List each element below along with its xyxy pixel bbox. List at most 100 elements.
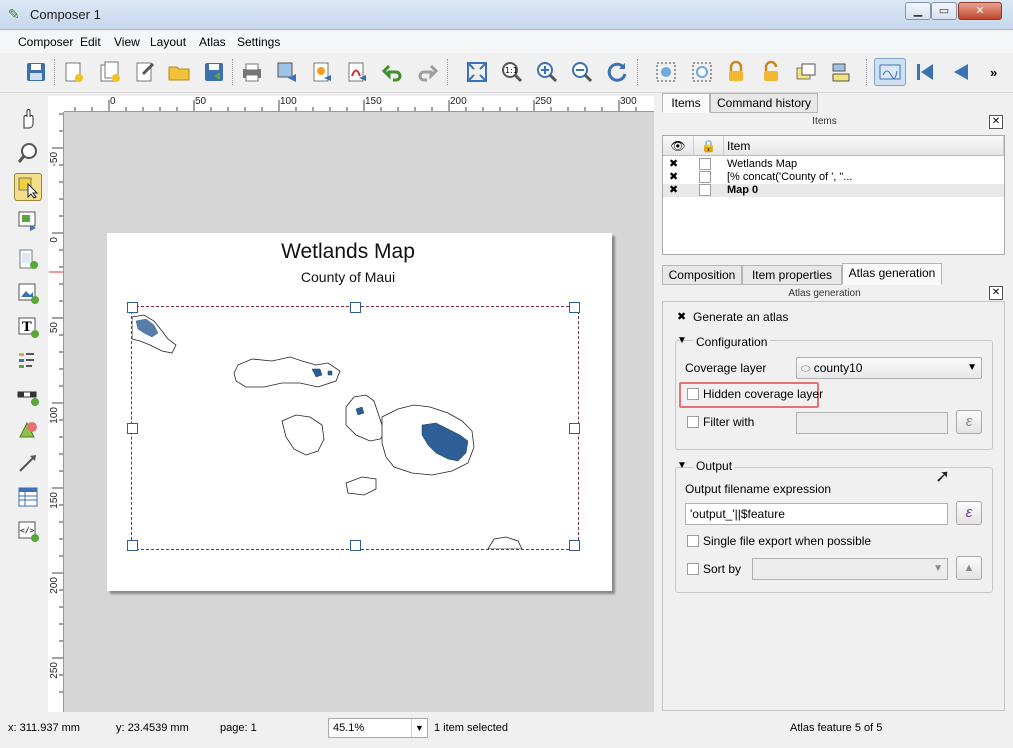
zoom-in-icon[interactable] <box>533 58 561 86</box>
resize-handle[interactable] <box>127 423 138 434</box>
add-map-icon[interactable] <box>14 245 42 273</box>
horizontal-ruler[interactable]: 0 50 100 150 200 250 300 <box>64 96 654 112</box>
map-item[interactable] <box>127 302 580 551</box>
generate-atlas-checkbox[interactable]: ✖ <box>677 310 686 323</box>
collapse-arrow-icon[interactable]: ▼ <box>677 460 687 471</box>
sort-by-checkbox[interactable] <box>687 563 699 575</box>
add-image-icon[interactable] <box>14 279 42 307</box>
save-template-icon[interactable] <box>200 58 228 86</box>
export-image-icon[interactable] <box>273 58 301 86</box>
close-window-button[interactable]: ✕ <box>958 2 1002 20</box>
expression-builder-button[interactable]: ε <box>956 501 982 525</box>
tab-atlas-generation[interactable]: Atlas generation <box>842 263 942 285</box>
tab-command-history[interactable]: Command history <box>710 93 818 113</box>
collapse-arrow-icon[interactable]: ▼ <box>677 335 687 346</box>
pan-hand-icon[interactable] <box>14 105 42 133</box>
new-composer-icon[interactable] <box>60 58 88 86</box>
zoom-out-icon[interactable] <box>568 58 596 86</box>
menu-composer[interactable]: Composer <box>18 35 73 49</box>
output-filename-input[interactable]: 'output_'||$feature <box>685 503 948 525</box>
zoom-combobox[interactable]: 45.1% ▼ <box>328 718 428 738</box>
visible-checkbox[interactable]: ✖ <box>669 184 678 197</box>
items-tree[interactable]: 👁 🔒 Item ✖ Wetlands Map ✖ [% concat('Cou… <box>662 135 1005 255</box>
lock-icon[interactable] <box>722 58 750 86</box>
refresh-icon[interactable] <box>603 58 631 86</box>
vertical-ruler[interactable]: -50 0 50 100 150 200 250 <box>48 112 64 712</box>
first-feature-icon[interactable] <box>911 58 939 86</box>
add-shape-icon[interactable] <box>14 415 42 443</box>
atlas-preview-icon[interactable] <box>874 58 906 86</box>
select-move-item-icon[interactable] <box>14 173 42 201</box>
add-arrow-icon[interactable] <box>14 449 42 477</box>
resize-handle[interactable] <box>350 540 361 551</box>
ungroup-icon[interactable] <box>688 58 716 86</box>
items-row[interactable]: ✖ [% concat('County of ', "... <box>663 171 1004 184</box>
resize-handle[interactable] <box>127 302 138 313</box>
zoom-full-icon[interactable] <box>463 58 491 86</box>
items-row-selected[interactable]: ✖ Map 0 <box>663 184 1004 197</box>
open-folder-icon[interactable] <box>165 58 193 86</box>
visible-checkbox[interactable]: ✖ <box>669 158 678 171</box>
resize-handle[interactable] <box>569 540 580 551</box>
expression-builder-button[interactable]: ε <box>956 410 982 434</box>
toolbar-overflow-chevron[interactable]: » <box>990 65 997 80</box>
add-scalebar-icon[interactable] <box>14 381 42 409</box>
lock-checkbox[interactable] <box>699 171 711 183</box>
lock-checkbox[interactable] <box>699 158 711 170</box>
resize-handle[interactable] <box>569 423 580 434</box>
resize-handle[interactable] <box>127 540 138 551</box>
tab-composition[interactable]: Composition <box>662 265 742 285</box>
ruler-label: 200 <box>450 96 467 107</box>
undo-icon[interactable] <box>379 58 407 86</box>
prev-feature-icon[interactable] <box>946 58 974 86</box>
visible-checkbox[interactable]: ✖ <box>669 171 678 184</box>
mouse-cursor-icon: ➚ <box>935 466 951 486</box>
resize-handle[interactable] <box>569 302 580 313</box>
add-html-frame-icon[interactable]: </> <box>14 517 42 545</box>
move-item-content-icon[interactable] <box>14 207 42 235</box>
save-icon[interactable] <box>22 58 50 86</box>
raise-icon[interactable] <box>792 58 820 86</box>
tab-item-properties[interactable]: Item properties <box>742 265 842 285</box>
lock-checkbox[interactable] <box>699 184 711 196</box>
align-icon[interactable] <box>827 58 855 86</box>
export-pdf-icon[interactable] <box>343 58 371 86</box>
menu-layout[interactable]: Layout <box>150 35 186 49</box>
duplicate-composer-icon[interactable] <box>96 58 124 86</box>
menu-settings[interactable]: Settings <box>237 35 280 49</box>
single-file-checkbox[interactable] <box>687 535 699 547</box>
filter-with-checkbox[interactable] <box>687 416 699 428</box>
sort-by-select[interactable]: ▼ <box>752 558 948 580</box>
redo-icon[interactable] <box>413 58 441 86</box>
menu-edit[interactable]: Edit <box>80 35 101 49</box>
map-subtitle-label[interactable]: County of Maui <box>107 269 589 285</box>
resize-handle[interactable] <box>350 302 361 313</box>
close-icon[interactable]: ✕ <box>989 286 1003 300</box>
configuration-title: Configuration <box>693 335 771 349</box>
tab-items[interactable]: Items <box>662 93 710 113</box>
menu-atlas[interactable]: Atlas <box>199 35 226 49</box>
maximize-button[interactable]: ▭ <box>931 2 957 20</box>
hidden-coverage-checkbox[interactable] <box>687 388 699 400</box>
map-title-label[interactable]: Wetlands Map <box>107 240 589 264</box>
composition-page[interactable]: Wetlands Map County of Maui <box>107 233 612 591</box>
composer-manager-icon[interactable] <box>131 58 159 86</box>
minimize-button[interactable]: ▁ <box>905 2 931 20</box>
unlock-icon[interactable] <box>757 58 785 86</box>
composer-canvas[interactable]: Wetlands Map County of Maui <box>64 112 654 712</box>
zoom-actual-icon[interactable]: 1:1 <box>498 58 526 86</box>
export-svg-icon[interactable] <box>308 58 336 86</box>
add-label-icon[interactable]: T <box>14 313 42 341</box>
close-icon[interactable]: ✕ <box>989 115 1003 129</box>
print-icon[interactable] <box>238 58 266 86</box>
menu-view[interactable]: View <box>114 35 140 49</box>
add-legend-icon[interactable] <box>14 347 42 375</box>
coverage-layer-select[interactable]: ⬭ county10 ▼ <box>796 357 982 379</box>
items-row[interactable]: ✖ Wetlands Map <box>663 158 1004 171</box>
title-bar: ✎ Composer 1 ▁ ▭ ✕ <box>0 0 1013 30</box>
filter-expression-input[interactable] <box>796 412 948 434</box>
zoom-tool-icon[interactable] <box>14 139 42 167</box>
sort-order-button[interactable]: ▲ <box>956 556 982 580</box>
group-icon[interactable] <box>652 58 680 86</box>
add-attribute-table-icon[interactable] <box>14 483 42 511</box>
